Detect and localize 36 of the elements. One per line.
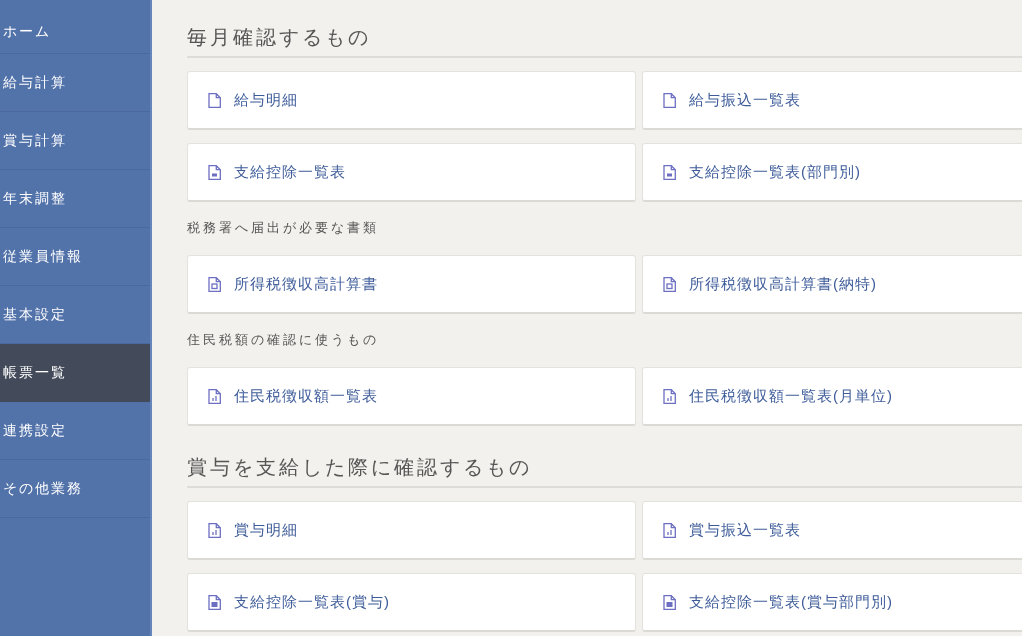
sidebar-item[interactable]: ホーム [0, 0, 150, 54]
report-link[interactable]: 支給控除一覧表(賞与部門別) [642, 573, 1022, 632]
document-icon [663, 594, 676, 610]
group-heading: 住民税額の確認に使うもの [187, 332, 380, 348]
report-link[interactable]: 賞与明細 [187, 501, 636, 560]
report-link[interactable]: 所得税徴収高計算書 [187, 255, 636, 314]
document-icon [663, 164, 676, 180]
report-link[interactable]: 支給控除一覧表(部門別) [642, 143, 1022, 202]
report-link[interactable]: 支給控除一覧表(賞与) [187, 573, 636, 632]
document-icon [663, 388, 676, 404]
document-icon [208, 92, 221, 108]
document-icon [208, 594, 221, 610]
report-link[interactable]: 給与振込一覧表 [642, 71, 1022, 130]
report-link[interactable]: 住民税徴収額一覧表(月単位) [642, 367, 1022, 426]
document-icon [663, 522, 676, 538]
report-link[interactable]: 給与明細 [187, 71, 636, 130]
section-heading: 賞与を支給した際に確認するもの [187, 455, 1022, 488]
report-link[interactable]: 住民税徴収額一覧表 [187, 367, 636, 426]
document-icon [208, 522, 221, 538]
document-icon [208, 388, 221, 404]
report-link[interactable]: 支給控除一覧表 [187, 143, 636, 202]
section-heading: 毎月確認するもの [187, 25, 1022, 58]
sidebar-item[interactable]: 賞与計算 [0, 112, 150, 170]
sidebar-item[interactable]: 従業員情報 [0, 228, 150, 286]
report-link[interactable]: 賞与振込一覧表 [642, 501, 1022, 560]
report-link[interactable]: 所得税徴収高計算書(納特) [642, 255, 1022, 314]
document-icon [663, 276, 676, 292]
sidebar-item[interactable]: 連携設定 [0, 402, 150, 460]
group-heading: 税務署へ届出が必要な書類 [187, 220, 380, 236]
document-icon [208, 164, 221, 180]
document-icon [208, 276, 221, 292]
sidebar-item[interactable]: 年末調整 [0, 170, 150, 228]
document-icon [663, 92, 676, 108]
sidebar-item[interactable]: その他業務 [0, 460, 150, 518]
sidebar-item[interactable]: 帳票一覧 [0, 344, 150, 402]
sidebar-item[interactable]: 給与計算 [0, 54, 150, 112]
